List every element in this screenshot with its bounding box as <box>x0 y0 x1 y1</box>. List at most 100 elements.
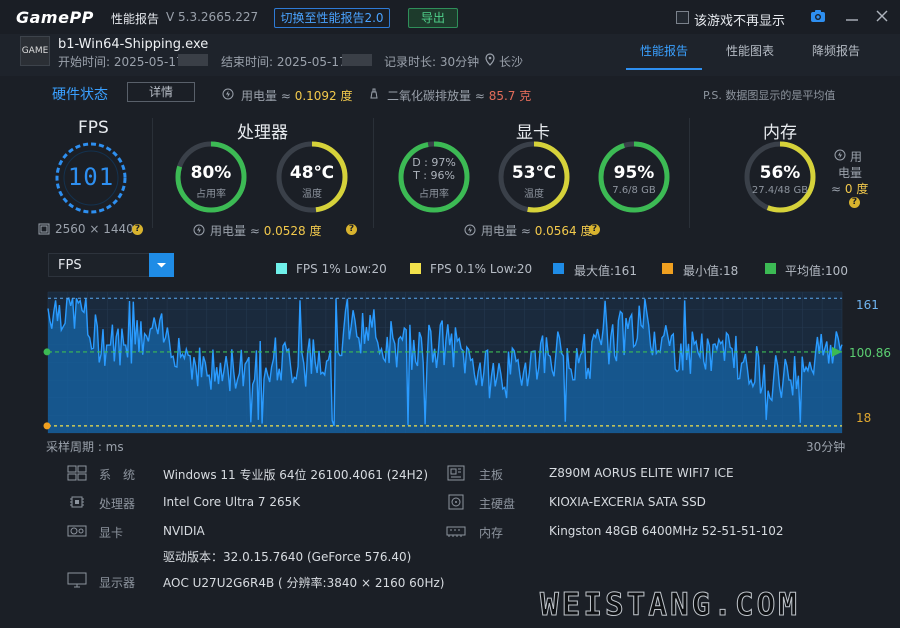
end-time: 结束时间: 2025-05-17 <box>221 55 347 69</box>
watermark: WEISTANG.COM <box>540 587 800 624</box>
os-label: 系 统 <box>99 468 136 482</box>
gpu-value: NVIDIA <box>163 524 205 538</box>
os-value: Windows 11 专业版 64位 26100.4061 (24H2) <box>163 468 428 482</box>
legend-avg: 平均值:100 <box>785 264 848 278</box>
divider <box>152 118 153 228</box>
cpu-value: Intel Core Ultra 7 265K <box>163 495 301 509</box>
camera-icon[interactable] <box>810 9 826 23</box>
redacted-end-time <box>342 54 372 66</box>
divider <box>373 118 374 228</box>
help-icon[interactable]: ? <box>346 224 357 235</box>
divider <box>689 118 690 228</box>
chevron-down-icon <box>157 263 166 268</box>
y-avg-label: 100.86 <box>849 346 891 360</box>
hide-game-checkbox[interactable] <box>676 11 689 24</box>
power-icon <box>222 88 234 100</box>
help-icon[interactable]: ? <box>849 197 860 208</box>
gpu-temp-label: 温度 <box>524 189 544 200</box>
memory-power-value: ≈ 0 度 <box>831 182 869 196</box>
gpu-d-usage: D : 97% <box>412 156 456 169</box>
ram-value: Kingston 48GB 6400MHz 52-51-51-102 <box>549 524 784 538</box>
location-name: 长沙 <box>499 55 524 69</box>
memory-usage-value: 56% <box>759 163 801 183</box>
motherboard-label: 主板 <box>479 468 504 482</box>
help-icon[interactable]: ? <box>132 224 143 235</box>
ram-label: 内存 <box>479 526 504 540</box>
legend-min: 最小值:18 <box>683 264 739 278</box>
gpu-t-usage: T : 96% <box>413 169 455 182</box>
cpu-chip-icon <box>70 496 84 508</box>
app-version: V 5.3.2665.227 <box>166 10 259 24</box>
app-logo: GamePP <box>16 8 94 27</box>
fps-resolution: 2560 × 1440 <box>55 222 134 236</box>
legend-swatch-min <box>662 263 673 274</box>
hide-game-label[interactable]: 该游戏不再显示 <box>694 10 785 29</box>
disk-icon <box>448 494 464 510</box>
gpu-power: 用电量 ≈ 0.0564 度 <box>481 224 593 238</box>
minimize-icon[interactable] <box>844 8 860 24</box>
gpu-vram-label: 7.6/8 GB <box>612 185 656 196</box>
game-icon: GAME <box>20 36 50 66</box>
game-name: b1-Win64-Shipping.exe <box>58 37 209 52</box>
avg-marker <box>43 348 51 356</box>
close-icon[interactable] <box>874 8 890 24</box>
gpu-vram-value: 95% <box>613 163 655 183</box>
y-max-label: 161 <box>856 298 879 312</box>
x-end-label: 30分钟 <box>806 440 846 454</box>
chart-note: P.S. 数据图显示的是平均值 <box>703 89 836 102</box>
tab-performance-report[interactable]: 性能报告 <box>640 42 688 59</box>
legend-1pct-low: FPS 1% Low:20 <box>296 262 387 276</box>
min-marker <box>43 422 51 430</box>
cpu-power-icon <box>193 224 205 236</box>
ram-icon <box>446 526 466 537</box>
help-icon[interactable]: ? <box>589 224 600 235</box>
hardware-status-title: 硬件状态 <box>52 87 108 103</box>
disk-label: 主硬盘 <box>479 497 516 511</box>
gpu-temp-value: 53℃ <box>511 163 557 183</box>
fps-chart <box>43 291 843 434</box>
y-min-label: 18 <box>856 411 872 425</box>
tab-throttle-report[interactable]: 降频报告 <box>812 42 860 59</box>
monitor-res-icon <box>38 223 50 235</box>
record-duration: 记录时长: 30分钟 <box>384 55 480 69</box>
motherboard-icon <box>447 465 465 481</box>
tab-performance-chart[interactable]: 性能图表 <box>726 42 774 59</box>
active-tab-indicator <box>626 68 702 70</box>
cpu-temp-label: 温度 <box>302 189 322 200</box>
legend-swatch-01pct-low <box>410 263 421 274</box>
legend-max: 最大值:161 <box>574 264 637 278</box>
memory-power-label-2: 电量 <box>838 166 863 180</box>
gpu-power-icon <box>464 224 476 236</box>
fps-title: FPS <box>78 118 109 138</box>
redacted-start-time <box>178 54 208 66</box>
export-button[interactable]: 导出 <box>408 8 458 28</box>
legend-01pct-low: FPS 0.1% Low:20 <box>430 262 533 276</box>
metric-select-toggle[interactable] <box>149 253 174 277</box>
motherboard-value: Z890M AORUS ELITE WIFI7 ICE <box>549 466 734 480</box>
x-start-label: 采样周期 : ms <box>46 440 124 454</box>
monitor-value: AOC U27U2G6R4B ( 分辨率:3840 × 2160 60Hz) <box>163 576 445 590</box>
legend-swatch-1pct-low <box>276 263 287 274</box>
cpu-usage-label: 占用率 <box>196 189 226 200</box>
gpu-usage-label: 占用率 <box>419 189 449 200</box>
total-power: 用电量 ≈ 0.1092 度 <box>241 89 353 103</box>
cpu-power: 用电量 ≈ 0.0528 度 <box>210 224 322 238</box>
co2-emission: 二氧化碳排放量 ≈ 85.7 克 <box>387 89 532 103</box>
location-icon <box>485 53 495 66</box>
monitor-label: 显示器 <box>99 576 136 590</box>
gpu-card-icon <box>67 525 87 537</box>
disk-value: KIOXIA-EXCERIA SATA SSD <box>549 495 706 509</box>
metric-select-value[interactable]: FPS <box>58 258 82 273</box>
cpu-temp-value: 48℃ <box>289 163 335 183</box>
cpu-label: 处理器 <box>99 497 136 511</box>
fps-value: 101 <box>67 163 115 191</box>
switch-report-button[interactable]: 切换至性能报告2.0 <box>274 8 390 28</box>
legend-swatch-avg <box>765 263 776 274</box>
driver-version: 驱动版本：32.0.15.7640 (GeForce 576.40) <box>163 550 412 564</box>
detail-button[interactable]: 详情 <box>127 82 195 102</box>
co2-icon <box>370 88 378 99</box>
app-title: 性能报告 <box>111 12 160 26</box>
memory-power-label-1: 用 <box>850 150 863 164</box>
memory-usage-label: 27.4/48 GB <box>751 185 809 196</box>
memory-power-icon <box>834 149 846 161</box>
